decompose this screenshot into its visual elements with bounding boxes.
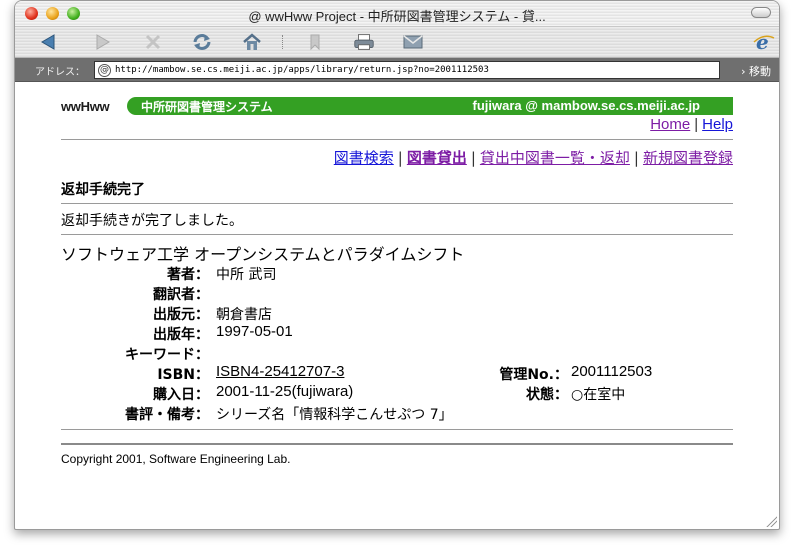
status-label: 状態： <box>526 387 568 403</box>
home-button[interactable] <box>240 31 264 53</box>
mail-icon <box>403 35 423 49</box>
title-bar[interactable]: @ wwHww Project - 中所研図書管理システム - 貸... <box>15 1 779 27</box>
copyright: Copyright 2001, Software Engineering Lab… <box>61 452 291 466</box>
site-header: wwHww 中所研図書管理システム fujiwara @ mambow.se.c… <box>61 97 733 115</box>
svg-text:e: e <box>756 31 769 53</box>
system-name: 中所研図書管理システム <box>141 100 273 114</box>
forward-icon <box>96 34 110 50</box>
home-link[interactable]: Home <box>650 116 690 133</box>
home-icon <box>243 33 261 50</box>
site-logo: wwHww <box>61 99 110 114</box>
status-value: ○在室中 <box>571 387 626 403</box>
footer-divider-light <box>61 429 733 430</box>
nav-new-book-link[interactable]: 新規図書登録 <box>643 149 733 167</box>
help-link[interactable]: Help <box>702 116 733 133</box>
favorites-icon <box>310 34 320 51</box>
toolbar-toggle-button[interactable] <box>751 7 771 18</box>
publisher-value: 朝倉書店 <box>216 307 272 323</box>
section-divider <box>61 203 733 204</box>
section-title: 返却手続完了 <box>61 182 145 198</box>
favorites-button[interactable] <box>303 31 327 53</box>
address-label: アドレス： <box>35 67 85 78</box>
address-bar: アドレス： @ http://mambow.se.cs.meiji.ac.jp/… <box>15 58 779 82</box>
book-title: ソフトウェア工学 オープンシステムとパラダイムシフト <box>61 245 465 264</box>
nav-separator: | <box>397 149 403 167</box>
keyword-label: キーワード： <box>125 347 209 363</box>
notes-value: シリーズ名「情報科学こんせぷつ 7」 <box>216 407 453 423</box>
purchase-label: 購入日： <box>153 387 209 403</box>
management-no-value: 2001112503 <box>571 363 653 380</box>
author-label: 著者： <box>167 267 209 283</box>
nav-lending-list-link[interactable]: 貸出中図書一覧・返却 <box>480 149 630 167</box>
stop-icon <box>145 34 161 50</box>
publisher-label: 出版元： <box>153 307 209 323</box>
isbn-link[interactable]: ISBN4-25412707-3 <box>216 363 344 380</box>
year-value: 1997-05-01 <box>216 323 293 340</box>
stop-button[interactable] <box>141 31 165 53</box>
footer-divider <box>61 443 733 445</box>
author-value: 中所 武司 <box>216 267 277 283</box>
translator-label: 翻訳者： <box>153 287 209 303</box>
ie-logo-icon: e <box>753 31 775 53</box>
header-banner: 中所研図書管理システム fujiwara @ mambow.se.cs.meij… <box>127 97 733 115</box>
go-button[interactable]: › 移動 <box>741 63 771 79</box>
browser-window: @ wwHww Project - 中所研図書管理システム - 貸... e ア… <box>14 0 780 530</box>
toolbar: e <box>15 27 779 58</box>
header-divider <box>61 139 733 140</box>
status-message: 返却手続きが完了しました。 <box>61 213 243 229</box>
forward-button[interactable] <box>90 31 114 53</box>
toolbar-divider <box>282 35 283 49</box>
window-title: @ wwHww Project - 中所研図書管理システム - 貸... <box>248 9 546 24</box>
ie-logo[interactable]: e <box>753 31 775 53</box>
address-url[interactable]: http://mambow.se.cs.meiji.ac.jp/apps/lib… <box>115 65 489 75</box>
link-separator: | <box>694 116 699 133</box>
user-label: fujiwara @ mambow.se.cs.meiji.ac.jp <box>472 98 701 113</box>
management-no-label: 管理No.： <box>499 367 568 383</box>
purchase-value: 2001-11-25(fujiwara) <box>216 383 354 400</box>
refresh-button[interactable] <box>190 31 214 53</box>
url-at-icon: @ <box>98 63 111 77</box>
page-content: wwHww 中所研図書管理システム fujiwara @ mambow.se.c… <box>15 85 779 525</box>
refresh-icon <box>193 34 211 50</box>
mail-button[interactable] <box>401 31 425 53</box>
nav-book-search-link[interactable]: 図書検索 <box>334 149 394 167</box>
back-button[interactable] <box>37 31 61 53</box>
message-divider <box>61 234 733 235</box>
nav-links: 図書検索 | 図書貸出 | 貸出中図書一覧・返却 | 新規図書登録 <box>334 147 733 168</box>
print-icon <box>354 34 374 50</box>
nav-separator: | <box>470 149 476 167</box>
print-button[interactable] <box>352 31 376 53</box>
top-links: Home | Help <box>650 116 733 133</box>
year-label: 出版年： <box>153 327 209 343</box>
nav-separator: | <box>633 149 639 167</box>
address-input[interactable]: @ http://mambow.se.cs.meiji.ac.jp/apps/l… <box>94 61 720 79</box>
isbn-label: ISBN： <box>157 367 209 383</box>
notes-label: 書評・備考： <box>125 407 209 423</box>
resize-handle[interactable] <box>765 515 777 527</box>
back-icon <box>41 34 55 50</box>
nav-book-lend-link[interactable]: 図書貸出 <box>407 149 467 167</box>
